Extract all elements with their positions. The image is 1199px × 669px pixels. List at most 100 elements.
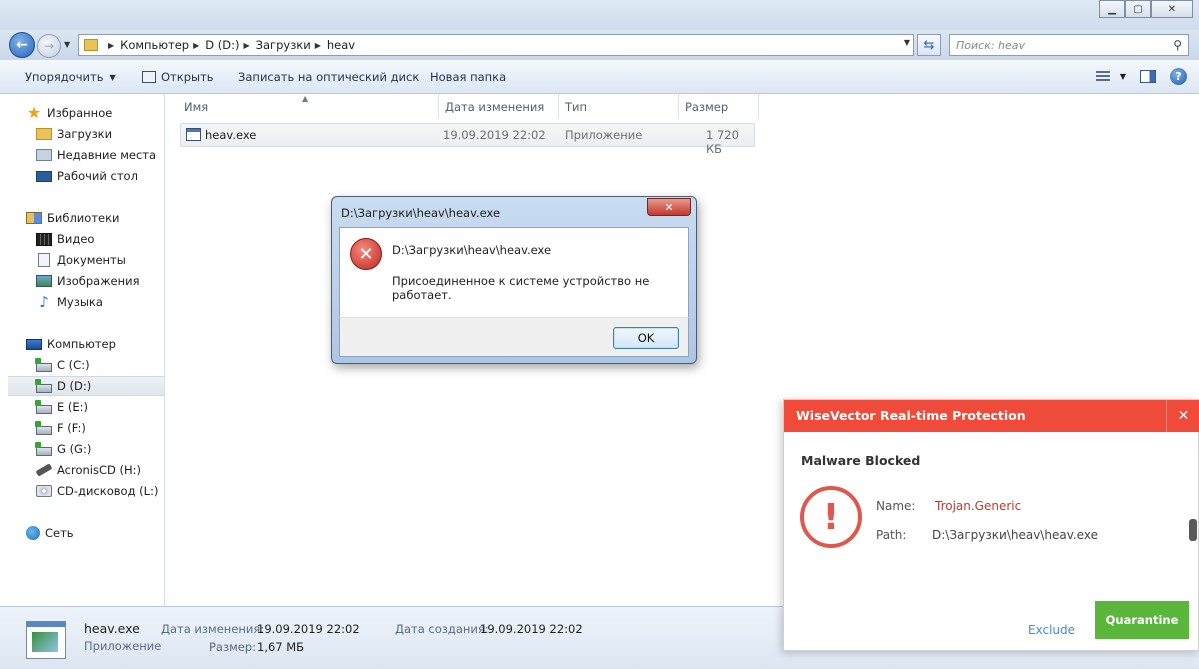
details-modified-label: Дата изменения: bbox=[161, 622, 265, 636]
sidebar-label: Изображения bbox=[57, 274, 140, 288]
dialog-close-button[interactable]: ✕ bbox=[647, 198, 691, 216]
wisevector-header: WiseVector Real-time Protection ✕ bbox=[784, 400, 1199, 432]
maximize-button[interactable]: ▢ bbox=[1125, 0, 1151, 18]
column-header-name[interactable]: Имя bbox=[178, 94, 439, 119]
forward-button[interactable]: → bbox=[37, 34, 61, 58]
error-dialog: D:\Загрузки\heav\heav.exe ✕ ✕ D:\Загрузк… bbox=[331, 196, 697, 364]
preview-pane-icon[interactable] bbox=[1140, 70, 1156, 83]
column-label: Размер bbox=[685, 99, 729, 114]
column-header-type[interactable]: Тип bbox=[559, 94, 679, 119]
sidebar-label: Недавние места bbox=[57, 148, 157, 162]
open-icon bbox=[142, 71, 156, 83]
sidebar-label: AcronisCD (H:) bbox=[57, 463, 142, 477]
minimize-button[interactable]: ▁ bbox=[1099, 0, 1125, 18]
network-icon bbox=[26, 526, 40, 540]
wisevector-close-button[interactable]: ✕ bbox=[1166, 400, 1199, 432]
image-icon bbox=[36, 275, 52, 287]
search-icon[interactable]: ⚲ bbox=[1173, 38, 1182, 52]
file-size: 1 720 КБ bbox=[706, 128, 739, 156]
address-history-dropdown[interactable]: ▼ bbox=[904, 38, 910, 47]
dialog-path: D:\Загрузки\heav\heav.exe bbox=[392, 243, 552, 257]
recent-pages-dropdown[interactable]: ▼ bbox=[64, 40, 70, 49]
cd-drive-icon bbox=[36, 485, 52, 497]
sidebar-label: C (C:) bbox=[57, 358, 90, 372]
sidebar-label: Видео bbox=[57, 232, 95, 246]
chevron-right-icon[interactable]: ▶ bbox=[193, 41, 199, 50]
usb-drive-icon bbox=[35, 463, 53, 477]
refresh-icon: ⇆ bbox=[923, 37, 935, 53]
details-created-value: 19.09.2019 22:02 bbox=[480, 622, 583, 636]
breadcrumb-computer[interactable]: Компьютер bbox=[120, 38, 189, 52]
help-icon[interactable]: ? bbox=[1170, 68, 1187, 85]
open-button[interactable]: Открыть bbox=[142, 70, 214, 84]
file-modified: 19.09.2019 22:02 bbox=[443, 128, 546, 142]
threat-name-label: Name: bbox=[876, 499, 916, 513]
exclude-link[interactable]: Exclude bbox=[1028, 623, 1075, 637]
file-name: heav.exe bbox=[205, 128, 257, 142]
quarantine-button[interactable]: Quarantine bbox=[1095, 601, 1189, 639]
search-box[interactable]: ⚲ bbox=[949, 34, 1189, 56]
sidebar-label: G (G:) bbox=[57, 442, 92, 456]
wisevector-title: WiseVector Real-time Protection bbox=[796, 408, 1026, 423]
burn-label: Записать на оптический диск bbox=[238, 70, 420, 84]
search-input[interactable] bbox=[950, 35, 1150, 55]
ok-button[interactable]: OK bbox=[613, 327, 679, 349]
recent-places-icon bbox=[36, 149, 52, 161]
sidebar-label: Загрузки bbox=[57, 127, 113, 141]
drive-icon bbox=[35, 420, 52, 435]
scrollbar-thumb[interactable] bbox=[1189, 519, 1197, 541]
column-header-modified[interactable]: Дата изменения bbox=[439, 94, 559, 119]
breadcrumb-drive-d[interactable]: D (D:) bbox=[205, 38, 239, 52]
details-created-label: Дата создания: bbox=[395, 622, 489, 636]
dialog-title: D:\Загрузки\heav\heav.exe bbox=[341, 206, 501, 220]
chevron-right-icon[interactable]: ▶ bbox=[243, 41, 249, 50]
column-label: Имя bbox=[184, 99, 209, 114]
sidebar-label: D (D:) bbox=[57, 379, 92, 393]
application-icon bbox=[186, 128, 201, 141]
back-button[interactable]: ← bbox=[9, 32, 35, 58]
details-file-name: heav.exe bbox=[84, 621, 140, 636]
view-list-icon bbox=[1095, 70, 1110, 83]
refresh-button[interactable]: ⇆ bbox=[917, 34, 941, 56]
file-row[interactable]: heav.exe 19.09.2019 22:02 Приложение 1 7… bbox=[180, 123, 755, 156]
chevron-right-icon[interactable]: ▶ bbox=[108, 41, 114, 50]
details-size-label: Размер: bbox=[209, 640, 257, 654]
breadcrumb-downloads[interactable]: Загрузки bbox=[256, 38, 311, 52]
arrow-left-icon: ← bbox=[16, 37, 28, 53]
sidebar-label: Музыка bbox=[57, 295, 103, 309]
file-thumbnail-icon bbox=[26, 621, 66, 659]
dialog-body: ✕ D:\Загрузки\heav\heav.exe Присоединенн… bbox=[339, 227, 689, 317]
wisevector-popup: WiseVector Real-time Protection ✕ Malwar… bbox=[783, 399, 1199, 651]
window-titlebar: ▁ ▢ ✕ bbox=[0, 0, 1199, 30]
sidebar-item-drive-d[interactable]: D (D:) bbox=[8, 376, 164, 396]
sidebar-label: Рабочий стол bbox=[57, 169, 138, 183]
drive-icon bbox=[35, 399, 52, 414]
folder-icon bbox=[84, 39, 98, 51]
address-bar[interactable]: ▶ Компьютер ▶ D (D:) ▶ Загрузки ▶ heav ▼ bbox=[78, 34, 914, 56]
breadcrumb: ▶ Компьютер ▶ D (D:) ▶ Загрузки ▶ heav bbox=[104, 38, 355, 52]
close-button[interactable]: ✕ bbox=[1151, 0, 1193, 18]
star-icon: ★ bbox=[26, 103, 42, 122]
threat-name-value: Trojan.Generic bbox=[935, 499, 1022, 513]
sidebar-label: Документы bbox=[57, 253, 126, 267]
chevron-right-icon[interactable]: ▶ bbox=[315, 41, 321, 50]
alert-icon: ! bbox=[800, 486, 862, 548]
malware-blocked-heading: Malware Blocked bbox=[801, 453, 921, 468]
navigation-bar: ← → ▼ ▶ Компьютер ▶ D (D:) ▶ Загрузки ▶ … bbox=[0, 30, 1199, 60]
column-label: Тип bbox=[565, 99, 588, 114]
column-label: Дата изменения bbox=[445, 99, 545, 114]
change-view-button[interactable]: ▼ bbox=[1095, 70, 1126, 83]
error-icon: ✕ bbox=[350, 238, 382, 270]
burn-button[interactable]: Записать на оптический диск bbox=[238, 70, 419, 84]
chevron-down-icon: ▼ bbox=[109, 72, 116, 82]
column-header-size[interactable]: Размер bbox=[679, 94, 759, 119]
video-icon bbox=[36, 232, 52, 246]
new-folder-button[interactable]: Новая папка bbox=[430, 70, 506, 84]
sidebar-label: F (F:) bbox=[57, 421, 86, 435]
file-type: Приложение bbox=[565, 128, 643, 142]
organize-button[interactable]: Упорядочить ▼ bbox=[25, 70, 116, 84]
breadcrumb-heav[interactable]: heav bbox=[327, 38, 355, 52]
sidebar-label: E (E:) bbox=[57, 400, 89, 414]
dialog-footer: OK bbox=[339, 317, 689, 357]
document-icon bbox=[38, 253, 50, 267]
